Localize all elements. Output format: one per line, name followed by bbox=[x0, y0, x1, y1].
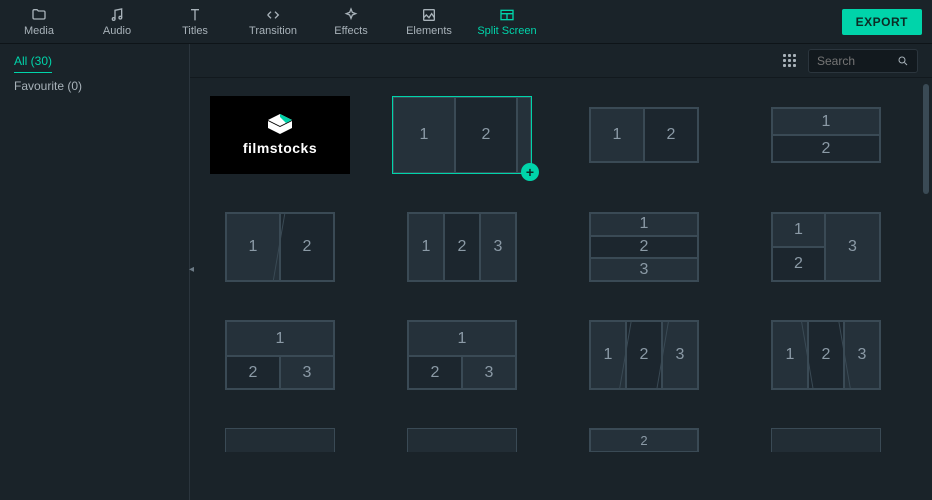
split-screen-icon bbox=[499, 7, 515, 23]
tab-label: Media bbox=[24, 25, 54, 37]
tab-label: Titles bbox=[182, 25, 208, 37]
template-cell: 1 bbox=[408, 213, 444, 281]
sidebar-item-favourite[interactable]: Favourite (0) bbox=[0, 73, 189, 99]
export-button[interactable]: EXPORT bbox=[842, 9, 922, 35]
template-cell: 3 bbox=[825, 213, 880, 281]
folder-icon bbox=[31, 7, 47, 23]
content-toolbar bbox=[190, 44, 932, 78]
template-cell: 1 bbox=[393, 97, 455, 173]
sparkle-icon bbox=[343, 7, 359, 23]
template-cell: 3 bbox=[590, 258, 698, 281]
template-grid: filmstocks 1 2 + 1 2 1 2 bbox=[210, 96, 920, 452]
template-cell: 1 bbox=[590, 321, 626, 389]
filmstocks-label: filmstocks bbox=[243, 140, 317, 156]
scrollbar-thumb[interactable] bbox=[923, 84, 929, 194]
template-cell: 3 bbox=[462, 356, 516, 389]
template-tile[interactable]: 1 2 + bbox=[392, 96, 532, 174]
sidebar: All (30) Favourite (0) ◂ bbox=[0, 44, 190, 500]
search-input[interactable] bbox=[817, 54, 897, 68]
template-cell: 2 bbox=[280, 213, 334, 281]
template-tile[interactable]: 1 2 3 bbox=[589, 212, 699, 282]
template-cell: 3 bbox=[662, 321, 698, 389]
tab-label: Audio bbox=[103, 25, 131, 37]
template-cell: 2 bbox=[626, 321, 662, 389]
template-cell: 1 bbox=[590, 213, 698, 236]
template-cell: 3 bbox=[480, 213, 516, 281]
template-cell: 2 bbox=[644, 108, 698, 162]
content-panel: filmstocks 1 2 + 1 2 1 2 bbox=[190, 44, 932, 500]
template-tile[interactable]: 1 2 3 bbox=[771, 320, 881, 390]
template-cell: 1 bbox=[772, 321, 808, 389]
text-icon bbox=[187, 7, 203, 23]
template-cell: 1 bbox=[226, 321, 334, 356]
tab-strip: Media Audio Titles Transition Effects El… bbox=[0, 0, 842, 44]
scrollbar[interactable] bbox=[923, 84, 929, 494]
template-cell: 1 bbox=[408, 321, 516, 356]
template-cell: 2 bbox=[808, 321, 844, 389]
template-tile[interactable]: 1 2 bbox=[225, 212, 335, 282]
template-tile[interactable] bbox=[225, 428, 335, 452]
add-template-icon[interactable]: + bbox=[521, 163, 539, 181]
template-cell: 2 bbox=[455, 97, 517, 173]
grid-view-icon[interactable] bbox=[783, 54, 796, 67]
transition-icon bbox=[265, 7, 281, 23]
template-tile[interactable]: 1 2 bbox=[771, 107, 881, 163]
search-input-wrap[interactable] bbox=[808, 49, 918, 73]
music-icon bbox=[109, 7, 125, 23]
template-cell bbox=[517, 97, 531, 173]
template-cell: 1 bbox=[772, 213, 825, 247]
tab-media[interactable]: Media bbox=[0, 0, 78, 44]
template-tile[interactable]: 1 2 3 bbox=[225, 320, 335, 390]
search-icon bbox=[897, 55, 909, 67]
main-area: All (30) Favourite (0) ◂ bbox=[0, 44, 932, 500]
template-cell: 2 bbox=[408, 356, 462, 389]
tab-elements[interactable]: Elements bbox=[390, 0, 468, 44]
template-cell: 2 bbox=[444, 213, 480, 281]
tab-split-screen[interactable]: Split Screen bbox=[468, 0, 546, 44]
template-tile[interactable]: 1 2 3 bbox=[771, 212, 881, 282]
sidebar-item-all[interactable]: All (30) bbox=[14, 50, 52, 73]
template-tile[interactable]: 1 2 3 bbox=[407, 320, 517, 390]
top-navbar: Media Audio Titles Transition Effects El… bbox=[0, 0, 932, 44]
template-cell: 2 bbox=[590, 236, 698, 259]
template-cell: 1 bbox=[772, 108, 880, 135]
template-tile[interactable]: 1 2 3 bbox=[407, 212, 517, 282]
template-tile[interactable]: 1 2 bbox=[589, 107, 699, 163]
tab-label: Split Screen bbox=[477, 25, 536, 37]
template-cell: 2 bbox=[772, 247, 825, 281]
tab-audio[interactable]: Audio bbox=[78, 0, 156, 44]
template-grid-area: filmstocks 1 2 + 1 2 1 2 bbox=[190, 78, 932, 500]
template-tile[interactable] bbox=[771, 428, 881, 452]
template-cell: 3 bbox=[844, 321, 880, 389]
tab-label: Elements bbox=[406, 25, 452, 37]
filmstocks-logo-icon bbox=[268, 114, 292, 134]
filmstocks-promo-tile[interactable]: filmstocks bbox=[210, 96, 350, 174]
template-cell: 2 bbox=[590, 429, 698, 452]
image-icon bbox=[421, 7, 437, 23]
template-cell: 2 bbox=[226, 356, 280, 389]
template-tile[interactable] bbox=[407, 428, 517, 452]
template-cell: 3 bbox=[280, 356, 334, 389]
template-tile[interactable]: 2 bbox=[589, 428, 699, 452]
tab-titles[interactable]: Titles bbox=[156, 0, 234, 44]
template-cell: 1 bbox=[226, 213, 280, 281]
tab-transition[interactable]: Transition bbox=[234, 0, 312, 44]
tab-label: Effects bbox=[334, 25, 367, 37]
tab-label: Transition bbox=[249, 25, 297, 37]
tab-effects[interactable]: Effects bbox=[312, 0, 390, 44]
template-cell: 2 bbox=[772, 135, 880, 162]
template-tile[interactable]: 1 2 3 bbox=[589, 320, 699, 390]
template-cell: 1 bbox=[590, 108, 644, 162]
